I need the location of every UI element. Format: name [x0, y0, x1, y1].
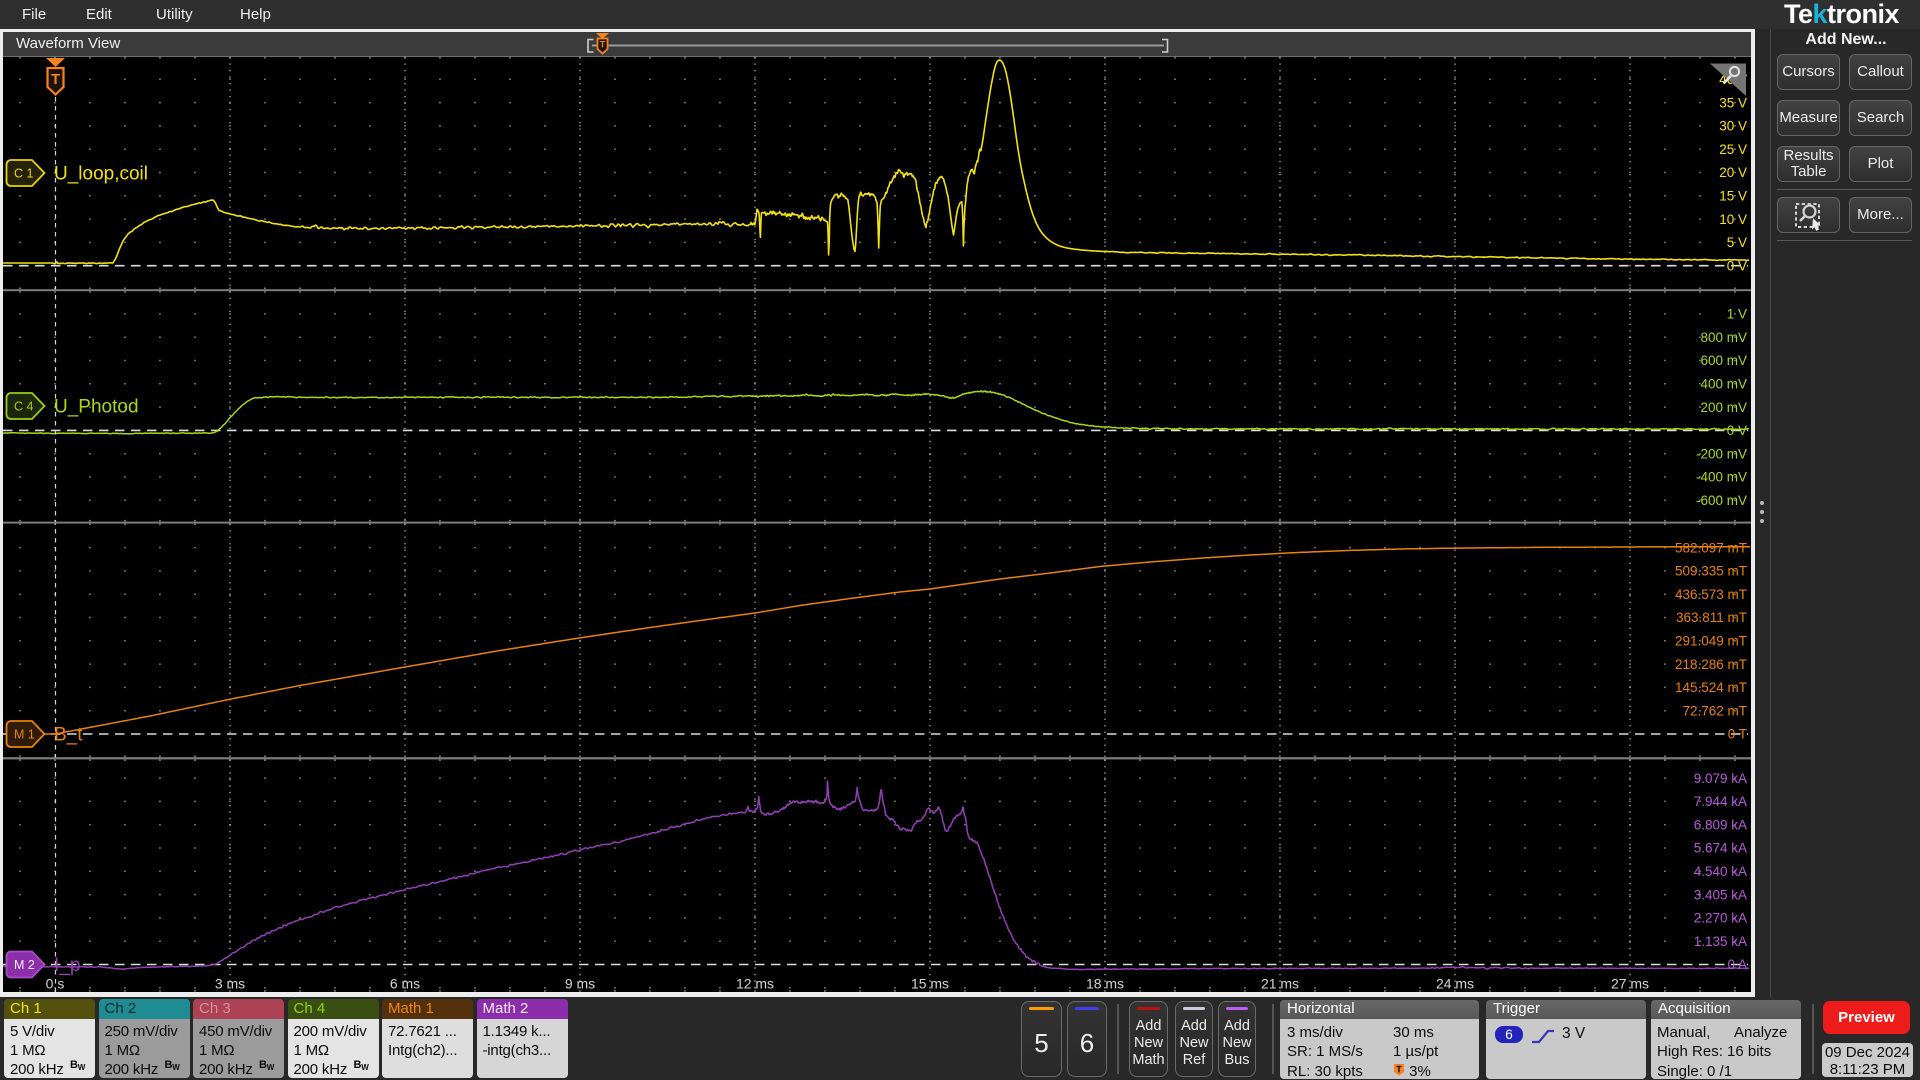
svg-text:1.135 kA: 1.135 kA [1694, 934, 1747, 949]
svg-text:4.540 kA: 4.540 kA [1694, 864, 1747, 879]
svg-text:18 ms: 18 ms [1086, 976, 1124, 992]
svg-text:5 V: 5 V [1727, 235, 1747, 250]
svg-text:35 V: 35 V [1719, 95, 1747, 110]
svg-text:27 ms: 27 ms [1611, 976, 1649, 992]
svg-text:12 ms: 12 ms [736, 976, 774, 992]
svg-text:10 V: 10 V [1719, 212, 1747, 227]
svg-text:600 mV: 600 mV [1700, 353, 1747, 368]
svg-text:509.335 mT: 509.335 mT [1675, 564, 1747, 579]
svg-text:145.524 mT: 145.524 mT [1675, 680, 1747, 695]
svg-text:15 ms: 15 ms [911, 976, 949, 992]
svg-text:25 V: 25 V [1719, 142, 1747, 157]
svg-text:400 mV: 400 mV [1700, 377, 1747, 392]
svg-text:0 V: 0 V [1727, 258, 1747, 273]
svg-text:436.573 mT: 436.573 mT [1675, 587, 1747, 602]
svg-text:30 V: 30 V [1719, 119, 1747, 134]
svg-text:I_p: I_p [54, 955, 80, 976]
svg-text:200 mV: 200 mV [1700, 400, 1747, 415]
svg-text:C 1: C 1 [14, 167, 34, 181]
svg-text:6.809 kA: 6.809 kA [1694, 817, 1747, 832]
svg-text:M 2: M 2 [14, 958, 35, 972]
svg-text:3.405 kA: 3.405 kA [1694, 887, 1747, 902]
svg-text:0 A: 0 A [1727, 957, 1747, 972]
svg-text:363.811 mT: 363.811 mT [1676, 610, 1747, 625]
svg-text:582.097 mT: 582.097 mT [1675, 540, 1747, 555]
svg-text:T: T [51, 72, 60, 88]
svg-text:20 V: 20 V [1719, 165, 1747, 180]
svg-text:U_Photod: U_Photod [54, 397, 139, 418]
svg-text:3 ms: 3 ms [215, 976, 245, 992]
svg-text:0 s: 0 s [46, 976, 65, 992]
svg-text:218.286 mT: 218.286 mT [1675, 657, 1747, 672]
svg-text:72.762 mT: 72.762 mT [1682, 703, 1747, 718]
svg-text:9.079 kA: 9.079 kA [1694, 771, 1747, 786]
svg-text:7.944 kA: 7.944 kA [1694, 794, 1747, 809]
svg-text:6 ms: 6 ms [390, 976, 420, 992]
svg-text:U_loop,coil: U_loop,coil [54, 164, 148, 185]
svg-text:T: T [600, 40, 606, 51]
svg-text:B_t: B_t [54, 725, 83, 746]
svg-text:-400 mV: -400 mV [1696, 470, 1747, 485]
svg-text:0 T: 0 T [1728, 727, 1747, 742]
svg-text:291.049 mT: 291.049 mT [1675, 634, 1747, 649]
svg-text:21 ms: 21 ms [1261, 976, 1299, 992]
svg-text:2.270 kA: 2.270 kA [1694, 911, 1747, 926]
svg-text:9 ms: 9 ms [565, 976, 595, 992]
svg-text:5.674 kA: 5.674 kA [1694, 841, 1747, 856]
svg-text:M 1: M 1 [14, 728, 35, 742]
svg-text:0 V: 0 V [1727, 423, 1747, 438]
svg-text:C 4: C 4 [14, 400, 34, 414]
svg-text:24 ms: 24 ms [1436, 976, 1474, 992]
svg-text:-600 mV: -600 mV [1696, 493, 1747, 508]
svg-text:-200 mV: -200 mV [1696, 446, 1747, 461]
svg-text:1 V: 1 V [1727, 307, 1747, 322]
svg-text:800 mV: 800 mV [1700, 330, 1747, 345]
svg-text:15 V: 15 V [1719, 189, 1747, 204]
